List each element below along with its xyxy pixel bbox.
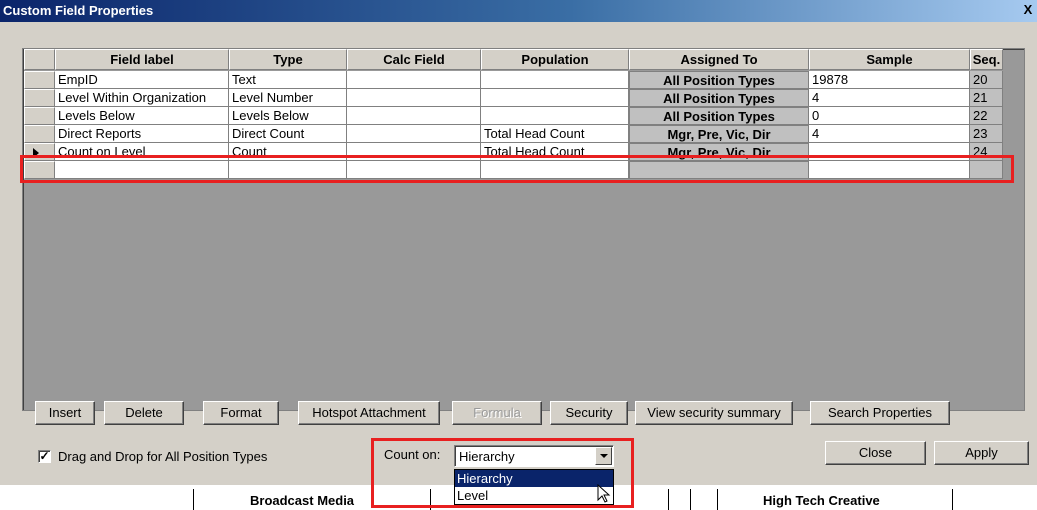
dialog-body: Field label Type Calc Field Population A… <box>0 22 1037 485</box>
column-header-assigned-to[interactable]: Assigned To <box>629 49 809 70</box>
divider <box>668 489 669 510</box>
type-cell[interactable]: Text <box>229 71 347 89</box>
field-label-cell[interactable]: Level Within Organization <box>55 89 229 107</box>
column-header-seq[interactable]: Seq. <box>970 49 1003 70</box>
population-cell[interactable] <box>481 71 629 89</box>
option-level[interactable]: Level <box>455 487 613 504</box>
dropdown-arrow-button[interactable] <box>595 447 612 465</box>
count-on-label: Count on: <box>384 447 441 462</box>
count-on-dropdown[interactable]: Hierarchy <box>454 445 614 467</box>
close-button[interactable]: Close <box>825 441 926 465</box>
field-label-cell[interactable]: Count on Level <box>55 143 229 161</box>
apply-button[interactable]: Apply <box>934 441 1029 465</box>
population-cell[interactable] <box>481 107 629 125</box>
column-header-field-label[interactable]: Field label <box>55 49 229 70</box>
seq-cell[interactable]: 20 <box>970 71 1003 89</box>
type-cell[interactable] <box>229 161 347 179</box>
formula-button: Formula <box>452 401 542 425</box>
type-cell[interactable]: Level Number <box>229 89 347 107</box>
row-selector[interactable] <box>24 161 55 179</box>
column-header-calc-field[interactable]: Calc Field <box>347 49 481 70</box>
fields-grid[interactable]: Field label Type Calc Field Population A… <box>22 48 1025 411</box>
assigned-to-button[interactable]: All Position Types <box>629 89 809 107</box>
background-label-right: High Tech Creative <box>763 493 880 508</box>
divider <box>690 489 691 510</box>
field-label-cell[interactable]: Levels Below <box>55 107 229 125</box>
grid-header: Field label Type Calc Field Population A… <box>24 49 1024 70</box>
count-on-value: Hierarchy <box>459 449 515 464</box>
divider <box>193 489 194 510</box>
hotspot-attachment-button[interactable]: Hotspot Attachment <box>298 401 440 425</box>
calc-field-cell[interactable] <box>347 143 481 161</box>
drag-drop-checkbox[interactable]: ✓ <box>38 450 51 463</box>
calc-field-cell[interactable] <box>347 125 481 143</box>
row-selector-header <box>24 49 55 70</box>
sample-cell[interactable] <box>809 161 970 179</box>
row-selector[interactable] <box>24 125 55 143</box>
view-security-summary-button[interactable]: View security summary <box>635 401 793 425</box>
sample-cell[interactable] <box>809 143 970 161</box>
column-header-type[interactable]: Type <box>229 49 347 70</box>
mouse-pointer-icon <box>597 484 611 503</box>
seq-cell[interactable] <box>970 161 1003 179</box>
title-bar: Custom Field Properties X <box>0 0 1037 22</box>
window-title: Custom Field Properties <box>3 3 154 18</box>
divider <box>952 489 953 510</box>
type-cell[interactable]: Direct Count <box>229 125 347 143</box>
count-on-options-list[interactable]: Hierarchy Level <box>454 469 614 505</box>
seq-cell[interactable]: 22 <box>970 107 1003 125</box>
format-button[interactable]: Format <box>203 401 279 425</box>
calc-field-cell[interactable] <box>347 107 481 125</box>
calc-field-cell[interactable] <box>347 71 481 89</box>
field-label-cell[interactable] <box>55 161 229 179</box>
chevron-down-icon <box>600 454 608 458</box>
field-label-cell[interactable]: Direct Reports <box>55 125 229 143</box>
type-cell[interactable]: Count <box>229 143 347 161</box>
field-label-cell[interactable]: EmpID <box>55 71 229 89</box>
column-header-population[interactable]: Population <box>481 49 629 70</box>
assigned-to-button[interactable]: Mgr, Pre, Vic, Dir <box>629 125 809 143</box>
delete-button[interactable]: Delete <box>104 401 184 425</box>
population-cell[interactable] <box>481 89 629 107</box>
column-header-sample[interactable]: Sample <box>809 49 970 70</box>
current-row-arrow-icon <box>33 148 39 158</box>
divider <box>430 489 431 510</box>
row-selector-current[interactable] <box>24 143 55 161</box>
row-selector[interactable] <box>24 71 55 89</box>
seq-cell[interactable]: 23 <box>970 125 1003 143</box>
option-hierarchy[interactable]: Hierarchy <box>455 470 613 487</box>
background-label-left: Broadcast Media <box>250 493 355 508</box>
sample-cell[interactable]: 19878 <box>809 71 970 89</box>
sample-cell[interactable]: 4 <box>809 89 970 107</box>
close-icon[interactable]: X <box>1021 3 1035 17</box>
assigned-to-button[interactable] <box>629 161 809 179</box>
insert-button[interactable]: Insert <box>35 401 95 425</box>
security-button[interactable]: Security <box>550 401 628 425</box>
assigned-to-button[interactable]: Mgr, Pre, Vic, Dir <box>629 143 809 161</box>
population-cell[interactable]: Total Head Count <box>481 143 629 161</box>
row-selector[interactable] <box>24 89 55 107</box>
sample-cell[interactable]: 4 <box>809 125 970 143</box>
population-cell[interactable]: Total Head Count <box>481 125 629 143</box>
population-cell[interactable] <box>481 161 629 179</box>
sample-cell[interactable]: 0 <box>809 107 970 125</box>
divider <box>717 489 718 510</box>
seq-cell[interactable]: 24 <box>970 143 1003 161</box>
drag-drop-label: Drag and Drop for All Position Types <box>58 449 268 464</box>
calc-field-cell[interactable] <box>347 161 481 179</box>
calc-field-cell[interactable] <box>347 89 481 107</box>
seq-cell[interactable]: 21 <box>970 89 1003 107</box>
row-selector[interactable] <box>24 107 55 125</box>
search-properties-button[interactable]: Search Properties <box>810 401 950 425</box>
assigned-to-button[interactable]: All Position Types <box>629 71 809 89</box>
type-cell[interactable]: Levels Below <box>229 107 347 125</box>
assigned-to-button[interactable]: All Position Types <box>629 107 809 125</box>
